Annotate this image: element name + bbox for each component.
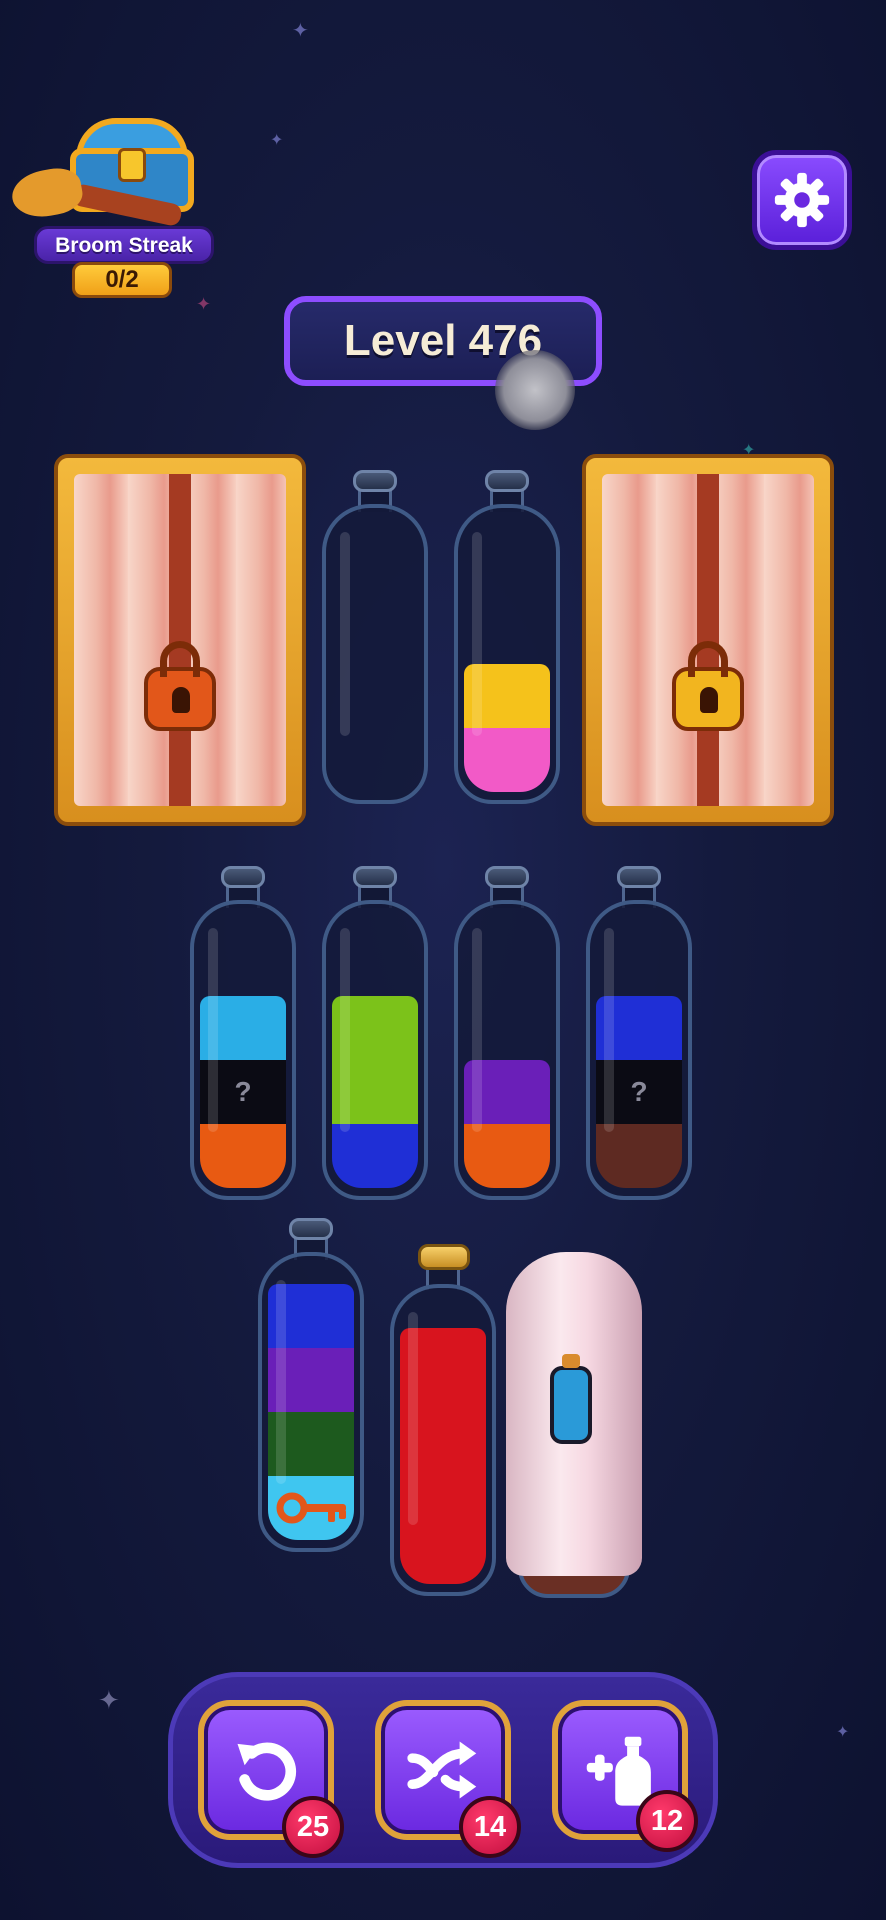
bottle[interactable] — [454, 866, 560, 1206]
bottle-corked[interactable] — [390, 1244, 496, 1600]
broom-streak-label: Broom Streak — [34, 226, 214, 264]
bottle[interactable] — [258, 1218, 364, 1558]
key-icon — [276, 1492, 346, 1524]
gear-icon — [774, 172, 830, 228]
broom-streak-count: 0/2 — [72, 262, 172, 298]
padlock-icon — [672, 640, 744, 731]
shuffle-count-badge: 14 — [459, 1796, 521, 1858]
locked-bottle-cabinet-right[interactable] — [582, 454, 834, 826]
liquid-layer-pink — [464, 728, 550, 792]
cork-icon — [418, 1244, 470, 1270]
locked-bottle-cabinet-left[interactable] — [54, 454, 306, 826]
undo-icon — [237, 1742, 297, 1801]
liquid-layer-blue — [332, 1124, 418, 1188]
liquid-layer-orange — [200, 1124, 286, 1188]
settings-button[interactable] — [752, 150, 852, 250]
undo-count-badge: 25 — [282, 1796, 344, 1858]
broom-head-icon — [8, 164, 86, 222]
liquid-layer-orange — [464, 1124, 550, 1188]
star-icon: ✦ — [836, 1724, 850, 1741]
padlock-icon — [144, 640, 216, 731]
add-bottle-count-badge: 12 — [636, 1790, 698, 1852]
bottle[interactable] — [454, 470, 560, 810]
broom-streak-widget[interactable]: Broom Streak 0/2 — [8, 118, 214, 308]
star-icon: ✦ — [98, 1685, 120, 1715]
bottle[interactable] — [322, 470, 428, 810]
bottle-icon — [550, 1354, 592, 1444]
covered-bottle[interactable] — [506, 1252, 642, 1602]
liquid-layer-brown — [596, 1124, 682, 1188]
bottle[interactable] — [322, 866, 428, 1206]
shuffle-icon — [407, 1741, 477, 1799]
touch-indicator — [495, 350, 575, 430]
liquid-layer-red — [400, 1520, 486, 1584]
bottle[interactable]: ? — [190, 866, 296, 1206]
bottle[interactable]: ? — [586, 866, 692, 1206]
star-icon: ✦ — [270, 132, 284, 149]
star-icon: ✦ — [292, 20, 309, 42]
